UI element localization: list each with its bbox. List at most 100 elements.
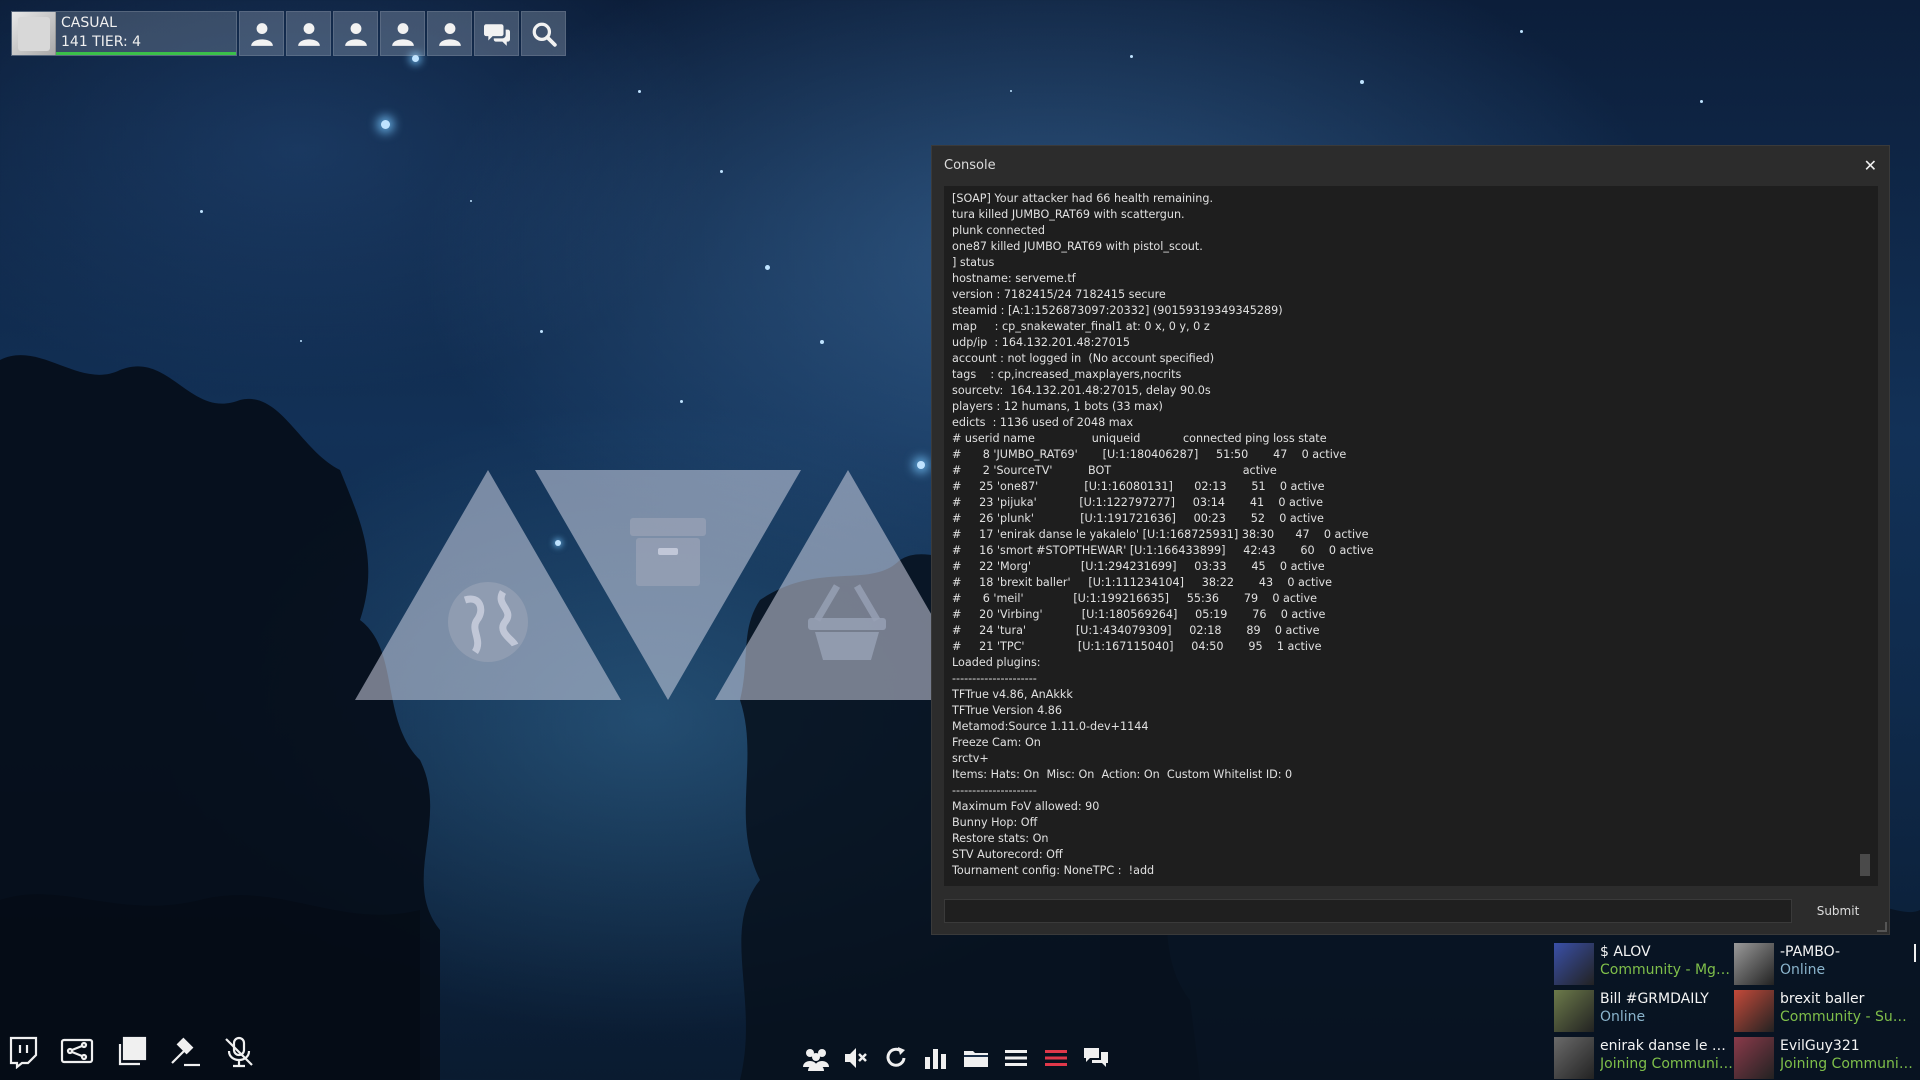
friend-text: enirak danse le yak... Joining Communit..…	[1600, 1037, 1734, 1080]
party-slot-2-button[interactable]	[286, 11, 331, 56]
party-slot-4-button[interactable]	[380, 11, 425, 56]
console-line: TFTrue Version 4.86	[952, 704, 1062, 717]
console-line: # 8 'JUMBO_RAT69' [U:1:180406287] 51:50 …	[952, 448, 1347, 461]
friend-item[interactable]: EvilGuy321 Joining Communit...	[1734, 1037, 1914, 1080]
red-menu-button[interactable]	[1042, 1044, 1070, 1072]
folder-button[interactable]	[962, 1044, 990, 1072]
friends-button[interactable]	[802, 1044, 830, 1072]
friends-list: $ ALOV Community - Mge ... -PAMBO- Online Bi…	[1554, 943, 1920, 1080]
friend-text: -PAMBO- Online	[1780, 943, 1914, 988]
profile-mode: CASUAL	[61, 15, 117, 31]
console-titlebar[interactable]: Console ✕	[932, 146, 1889, 184]
console-line: # 24 'tura' [U:1:434079309] 02:18 89 0 a…	[952, 624, 1320, 637]
console-scroll-thumb[interactable]	[1860, 854, 1870, 876]
party-slot-3-button[interactable]	[333, 11, 378, 56]
friend-item[interactable]: -PAMBO- Online	[1734, 943, 1914, 988]
friend-avatar[interactable]	[1734, 990, 1774, 1032]
main-menu-triangles	[355, 470, 945, 700]
console-line: # 18 'brexit baller' [U:1:111234104] 38:…	[952, 576, 1333, 589]
console-line: TFTrue v4.86, AnAkkk	[952, 688, 1073, 701]
voice-mute-button[interactable]	[221, 1034, 257, 1070]
console-line: version : 7182415/24 7182415 secure	[952, 288, 1166, 301]
text-cursor	[1914, 944, 1916, 962]
search-icon	[532, 22, 557, 47]
console-line: Maximum FoV allowed: 90	[952, 800, 1100, 813]
profile-progress-bar	[56, 52, 236, 55]
friend-avatar[interactable]	[1554, 1037, 1594, 1079]
chat-button[interactable]	[1082, 1044, 1110, 1072]
friend-status: Community - Mge ...	[1600, 962, 1734, 978]
console-scrollbar[interactable]	[1860, 196, 1870, 876]
chat-bubbles-icon	[483, 23, 510, 46]
friend-avatar[interactable]	[1554, 943, 1594, 985]
archive-box-icon	[630, 518, 706, 586]
friend-name: enirak danse le yak...	[1600, 1038, 1734, 1054]
friend-item[interactable]: $ ALOV Community - Mge ...	[1554, 943, 1734, 988]
friend-status: Community - Suns...	[1780, 1009, 1914, 1025]
console-line: # 20 'Virbing' [U:1:180569264] 05:19 76 …	[952, 608, 1326, 621]
console-line: plunk connected	[952, 224, 1046, 237]
twitch-button[interactable]	[5, 1034, 41, 1070]
submit-button[interactable]: Submit	[1802, 899, 1874, 923]
console-line: # 21 'TPC' [U:1:167115040] 04:50 95 1 ac…	[952, 640, 1322, 653]
console-window: Console ✕ [SOAP] Your attacker had 66 he…	[931, 145, 1890, 935]
globe-icon	[448, 582, 528, 662]
bottom-center-toolbar	[802, 1044, 1110, 1072]
friend-status: Joining Communit...	[1780, 1056, 1914, 1072]
friend-avatar[interactable]	[1734, 943, 1774, 985]
profile-card[interactable]: CASUAL 141 TIER: 4	[11, 11, 237, 56]
friend-name: -PAMBO-	[1780, 944, 1841, 960]
console-line: # 2 'SourceTV' BOT active	[952, 464, 1277, 477]
console-line: # 26 'plunk' [U:1:191721636] 00:23 52 0 …	[952, 512, 1324, 525]
console-line: one87 killed JUMBO_RAT69 with pistol_sco…	[952, 240, 1203, 253]
copy-windows-icon	[118, 1036, 147, 1066]
console-line: STV Autorecord: Off	[952, 848, 1063, 861]
workshop-button[interactable]	[113, 1034, 149, 1070]
friend-text: Bill #GRMDAILY Online	[1600, 990, 1734, 1035]
console-line: # 17 'enirak danse le yakalelo' [U:1:168…	[952, 528, 1369, 541]
folder-icon	[964, 1051, 988, 1067]
person-icon	[344, 22, 367, 46]
console-line: account : not logged in (No account spec…	[952, 352, 1215, 365]
console-line: edicts : 1136 used of 2048 max	[952, 416, 1134, 429]
gavel-icon	[171, 1037, 200, 1067]
party-chat-button[interactable]	[474, 11, 519, 56]
stats-button[interactable]	[922, 1044, 950, 1072]
console-line: udp/ip : 164.132.201.48:27015	[952, 336, 1131, 349]
report-player-button[interactable]	[167, 1034, 203, 1070]
console-command-input[interactable]	[944, 899, 1792, 923]
console-line: # userid name uniqueid connected ping lo…	[952, 432, 1327, 445]
friend-name: brexit baller	[1780, 991, 1865, 1007]
console-line: tura killed JUMBO_RAT69 with scattergun.	[952, 208, 1185, 221]
console-line: Metamod:Source 1.11.0-dev+1144	[952, 720, 1149, 733]
console-output[interactable]: [SOAP] Your attacker had 66 health remai…	[944, 186, 1878, 886]
refresh-icon	[886, 1047, 906, 1067]
console-line: Tournament config: NoneTPC : !add	[952, 864, 1155, 877]
console-title: Console	[944, 157, 996, 173]
console-line: Loaded plugins:	[952, 656, 1041, 669]
friend-name: $ ALOV	[1600, 944, 1651, 960]
mute-button[interactable]	[842, 1044, 870, 1072]
friend-item[interactable]: enirak danse le yak... Joining Communit..…	[1554, 1037, 1734, 1080]
twitch-icon	[9, 1036, 38, 1069]
person-icon	[297, 22, 320, 46]
resize-grip[interactable]	[1877, 922, 1887, 932]
console-line: hostname: serveme.tf	[952, 272, 1076, 285]
friend-name: EvilGuy321	[1780, 1038, 1860, 1054]
console-line: ---------------------	[952, 672, 1037, 685]
friend-avatar[interactable]	[1554, 990, 1594, 1032]
friend-item[interactable]: brexit baller Community - Suns...	[1734, 990, 1914, 1035]
friend-avatar[interactable]	[1734, 1037, 1774, 1079]
search-button[interactable]	[521, 11, 566, 56]
console-line: tags : cp,increased_maxplayers,nocrits	[952, 368, 1182, 381]
refresh-button[interactable]	[882, 1044, 910, 1072]
menu-button[interactable]	[1002, 1044, 1030, 1072]
party-slot-1-button[interactable]	[239, 11, 284, 56]
party-slot-5-button[interactable]	[427, 11, 472, 56]
network-screen-icon	[60, 1038, 94, 1064]
close-icon[interactable]: ✕	[1864, 156, 1877, 175]
avatar[interactable]	[12, 12, 56, 55]
friend-item[interactable]: Bill #GRMDAILY Online	[1554, 990, 1734, 1035]
console-line: # 6 'meil' [U:1:199216635] 55:36 79 0 ac…	[952, 592, 1318, 605]
replay-browser-button[interactable]	[59, 1034, 95, 1070]
